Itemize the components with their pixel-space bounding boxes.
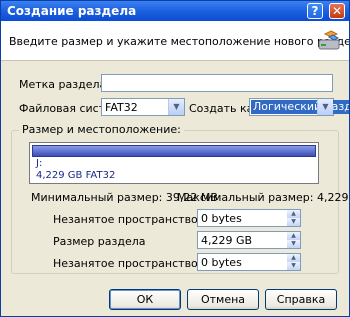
create-partition-dialog: Создание раздела ? ✕ Введите размер и ук… [0,0,350,317]
partition-drive-letter: J: [36,158,43,169]
dialog-header: Введите размер и укажите местоположение … [1,21,349,61]
free-before-spinner[interactable]: 0 bytes ▲ ▼ [197,209,301,227]
partition-bar[interactable] [32,145,316,157]
filesystem-select[interactable]: FAT32 ▼ [101,98,185,116]
create-as-select[interactable]: Логический разд ▼ [249,98,349,116]
spin-up-icon[interactable]: ▲ [287,232,300,240]
size-location-title: Размер и местоположение: [19,123,184,136]
cancel-button[interactable]: Отмена [187,289,259,310]
spin-down-icon[interactable]: ▼ [287,218,300,226]
chevron-down-icon[interactable]: ▼ [317,99,333,115]
create-as-value: Логический разд [251,100,349,114]
partition-size-value: 4,229 GB [201,234,253,247]
partition-label-input[interactable] [101,74,333,92]
ok-button[interactable]: ОК [109,289,181,310]
window-title: Создание раздела [7,4,137,18]
chevron-down-icon[interactable]: ▼ [168,99,184,115]
spin-up-icon[interactable]: ▲ [287,254,300,262]
partition-size-label: Размер раздела [53,235,146,248]
spin-down-icon[interactable]: ▼ [287,240,300,248]
spin-up-icon[interactable]: ▲ [287,210,300,218]
header-description: Введите размер и укажите местоположение … [9,35,350,48]
partition-label-label: Метка раздела: [19,78,110,91]
title-bar[interactable]: Создание раздела ? ✕ [1,1,349,21]
filesystem-value: FAT32 [105,101,138,114]
free-before-value: 0 bytes [201,212,242,225]
max-size-text: Максимальный размер: 4,229 GB [177,191,350,204]
disk-partition-icon [318,30,340,50]
partition-map[interactable]: J: 4,229 GB FAT32 [29,142,319,184]
free-after-spinner[interactable]: 0 bytes ▲ ▼ [197,253,301,271]
free-after-value: 0 bytes [201,256,242,269]
partition-size-spinner[interactable]: 4,229 GB ▲ ▼ [197,231,301,249]
close-button[interactable]: ✕ [329,3,345,19]
help-title-button[interactable]: ? [307,3,323,19]
spin-down-icon[interactable]: ▼ [287,262,300,270]
help-button[interactable]: Справка [265,289,337,310]
partition-info: 4,229 GB FAT32 [36,170,116,181]
